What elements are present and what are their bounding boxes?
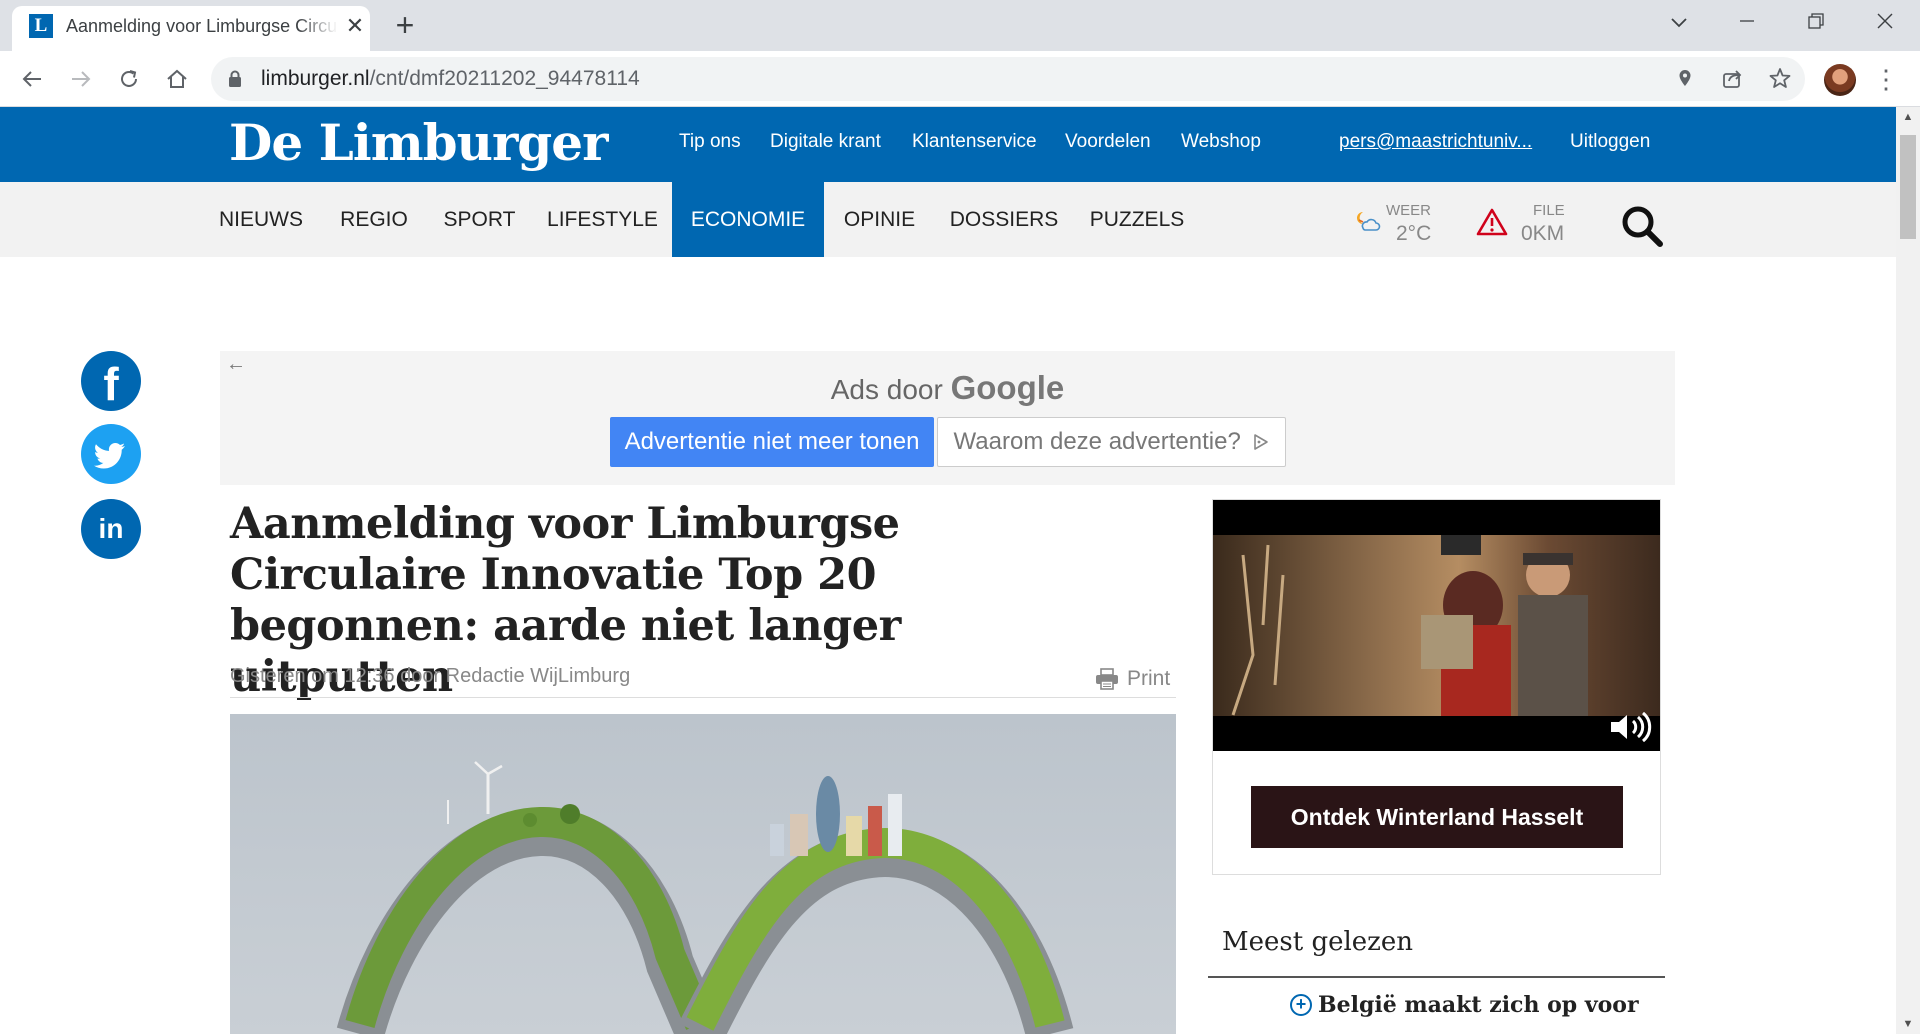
bookmark-star-icon[interactable] xyxy=(1765,64,1795,94)
plus-icon: + xyxy=(1290,994,1312,1016)
back-button[interactable] xyxy=(14,61,50,97)
printer-icon xyxy=(1096,668,1118,690)
url-path: /cnt/dmf20211202_94478114 xyxy=(369,67,640,90)
restore-button[interactable] xyxy=(1791,6,1841,40)
browser-tab[interactable]: L Aanmelding voor Limburgse Circulaire I… xyxy=(12,6,370,51)
most-read-item-title: België maakt zich op voor xyxy=(1318,992,1639,1018)
reload-button[interactable] xyxy=(111,61,147,97)
tab-search-chevron-icon[interactable] xyxy=(1654,6,1704,40)
nav-sport[interactable]: SPORT xyxy=(432,182,527,257)
ad-heading: Ads door Google xyxy=(220,369,1675,407)
voordelen-link[interactable]: Voordelen xyxy=(1065,131,1151,153)
nav-opinie[interactable]: OPINIE xyxy=(832,182,927,257)
most-read-divider xyxy=(1208,976,1665,978)
most-read-item[interactable]: + België maakt zich op voor xyxy=(1290,992,1639,1018)
ad-heading-prefix: Ads door xyxy=(830,374,943,405)
winter-shop-scene xyxy=(1231,535,1588,716)
web-page: De Limburger Tip ons Digitale krant Klan… xyxy=(0,107,1896,1034)
home-button[interactable] xyxy=(159,61,195,97)
article-hero-image xyxy=(230,714,1176,1034)
tab-title: Aanmelding voor Limburgse Circulaire Inn… xyxy=(66,16,338,36)
print-label: Print xyxy=(1127,667,1171,690)
traffic-warning-icon xyxy=(1476,208,1508,236)
article-byline: Gisteren om 12:36 door Redactie WijLimbu… xyxy=(230,665,631,687)
tip-ons-link[interactable]: Tip ons xyxy=(679,131,741,153)
account-link[interactable]: pers@maastrichtuniv... xyxy=(1339,131,1532,153)
cta-button[interactable]: Ontdek Winterland Hasselt xyxy=(1251,786,1623,848)
share-icon[interactable] xyxy=(1717,64,1747,94)
byline-divider xyxy=(230,697,1176,698)
most-read-heading: Meest gelezen xyxy=(1222,927,1414,957)
why-ad-button[interactable]: Waarom deze advertentie? xyxy=(937,417,1286,467)
browser-tabstrip: L Aanmelding voor Limburgse Circulaire I… xyxy=(0,0,1920,51)
weather-label: WEER xyxy=(1386,202,1431,219)
linkedin-share-button[interactable]: in xyxy=(81,499,141,559)
site-logo[interactable]: De Limburger xyxy=(229,113,608,172)
scroll-down-arrow-icon[interactable]: ▼ xyxy=(1896,1014,1920,1034)
facebook-icon: f xyxy=(103,358,119,410)
browser-toolbar: limburger.nl/cnt/dmf20211202_94478114 ⋮ xyxy=(0,51,1920,107)
url-text[interactable]: limburger.nl/cnt/dmf20211202_94478114 xyxy=(261,67,640,91)
new-tab-button[interactable]: + xyxy=(390,8,420,42)
ad-video-player[interactable] xyxy=(1213,500,1660,751)
google-wordmark: Google xyxy=(950,369,1065,406)
video-frame xyxy=(1213,535,1660,716)
scroll-up-arrow-icon[interactable]: ▲ xyxy=(1896,107,1920,127)
traffic-value: 0KM xyxy=(1521,222,1565,245)
webshop-link[interactable]: Webshop xyxy=(1181,131,1261,153)
close-window-button[interactable] xyxy=(1860,6,1910,40)
forward-button[interactable] xyxy=(63,61,99,97)
browser-menu-icon[interactable]: ⋮ xyxy=(1873,61,1899,97)
page-scrollbar[interactable]: ▲ ▼ xyxy=(1896,107,1920,1034)
circular-infinity-illustration xyxy=(336,761,1074,1034)
nav-nieuws[interactable]: NIEUWS xyxy=(206,182,316,257)
sound-on-icon[interactable] xyxy=(1609,712,1655,742)
address-bar[interactable]: limburger.nl/cnt/dmf20211202_94478114 xyxy=(211,57,1805,101)
klantenservice-link[interactable]: Klantenservice xyxy=(912,131,1037,153)
nav-lifestyle[interactable]: LIFESTYLE xyxy=(545,182,660,257)
tab-close-icon[interactable]: ✕ xyxy=(343,14,367,38)
scroll-thumb[interactable] xyxy=(1900,135,1916,239)
why-ad-label: Waarom deze advertentie? xyxy=(953,428,1241,455)
traffic-label: FILE xyxy=(1533,202,1565,219)
nav-puzzels[interactable]: PUZZELS xyxy=(1087,182,1187,257)
linkedin-icon: in xyxy=(98,513,124,544)
nav-economie[interactable]: ECONOMIE xyxy=(672,182,824,257)
digitale-krant-link[interactable]: Digitale krant xyxy=(770,131,881,153)
weather-value: 2°C xyxy=(1396,222,1432,245)
logout-link[interactable]: Uitloggen xyxy=(1570,131,1650,153)
facebook-share-button[interactable]: f xyxy=(81,351,141,411)
site-topbar: De Limburger Tip ons Digitale krant Klan… xyxy=(0,107,1896,182)
twitter-icon xyxy=(93,443,125,469)
favicon-icon: L xyxy=(29,14,53,38)
nav-dossiers[interactable]: DOSSIERS xyxy=(945,182,1063,257)
twitter-share-button[interactable] xyxy=(81,424,141,484)
url-host: limburger.nl xyxy=(261,67,370,90)
main-navigation: NIEUWS REGIO SPORT LIFESTYLE ECONOMIE OP… xyxy=(0,182,1896,257)
minimize-button[interactable] xyxy=(1722,6,1772,40)
stop-ad-button[interactable]: Advertentie niet meer tonen xyxy=(610,417,934,467)
nav-regio[interactable]: REGIO xyxy=(324,182,424,257)
google-ad-panel: ← Ads door Google Advertentie niet meer … xyxy=(220,351,1675,485)
weather-sun-cloud-icon xyxy=(1357,212,1381,231)
search-icon[interactable] xyxy=(1618,202,1666,250)
location-icon[interactable] xyxy=(1670,64,1700,94)
adchoices-icon xyxy=(1254,434,1269,450)
sidebar-video-ad: Ontdek Winterland Hasselt xyxy=(1212,499,1661,875)
lock-icon[interactable] xyxy=(228,70,242,88)
profile-avatar[interactable] xyxy=(1824,64,1856,96)
print-button[interactable]: Print xyxy=(1095,667,1170,691)
